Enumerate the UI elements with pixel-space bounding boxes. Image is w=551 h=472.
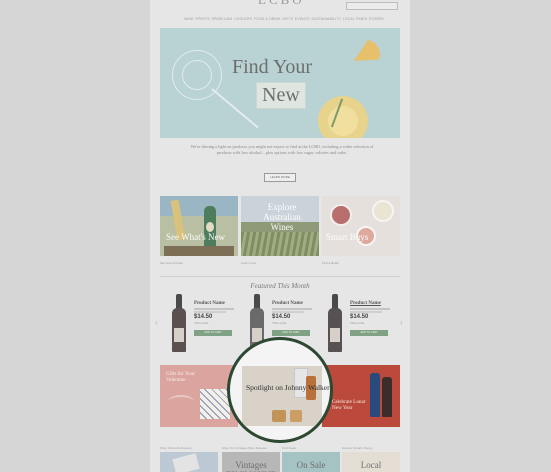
add-to-cart-button[interactable]: ADD TO CART: [272, 330, 310, 336]
promo-lunar-new-year[interactable]: Celebrate Lunar New Year: [322, 365, 400, 427]
hero-title: Find Your: [232, 56, 313, 78]
product-name[interactable]: Product Name: [350, 301, 381, 306]
product-desc-line: [272, 311, 304, 313]
product-name[interactable]: Product Name: [194, 301, 225, 306]
intro-text: We're shining a light on products you mi…: [190, 144, 374, 156]
nav-item-sustainability[interactable]: SUSTAINABILITY: [311, 17, 341, 21]
main-nav: WINE SPIRITS SPARKLING COOLERS FOOD & DR…: [184, 17, 384, 21]
product-card[interactable]: Product Name $14.50 750mL bottle ADD TO …: [324, 292, 394, 356]
product-meta: 750mL bottle: [194, 322, 209, 325]
carousel-prev-icon[interactable]: ‹: [155, 318, 158, 327]
nav-item-wine[interactable]: WINE: [184, 17, 194, 21]
product-meta: 750mL bottle: [350, 322, 365, 325]
vineyard-rows-image: [241, 232, 319, 256]
hero-banner[interactable]: Find Your New: [160, 28, 400, 138]
learn-more-button[interactable]: LEARN MORE: [264, 173, 296, 182]
orange-slice-illustration: [347, 35, 385, 73]
nav-item-spirits[interactable]: SPIRITS: [195, 17, 210, 21]
nav-item-stores[interactable]: STORES: [369, 17, 384, 21]
bottle-image: [382, 377, 392, 417]
nav-item-coolers[interactable]: COOLERS: [234, 17, 252, 21]
tile-label: Explore Australian Wines: [263, 202, 301, 232]
table-surface: [164, 246, 234, 256]
ribbon-image: [168, 395, 194, 409]
tile-link-smart-buys[interactable]: Find a Bottle: [322, 261, 339, 265]
whisky-glass-image: [272, 410, 286, 422]
site-logo[interactable]: LCBO: [258, 0, 305, 8]
bottom-tile-online-exclusives[interactable]: [160, 452, 218, 472]
section-divider: [160, 276, 400, 277]
laptop-image: [172, 453, 200, 472]
product-name[interactable]: Product Name: [272, 301, 303, 306]
tile-link-australian[interactable]: Learn more: [241, 261, 256, 265]
promo-label: Celebrate Lunar New Year: [332, 399, 366, 411]
glass-stem-illustration: [211, 88, 259, 129]
whisky-glass-image: [290, 410, 302, 422]
product-price: $14.50: [272, 314, 291, 320]
product-meta: 750mL bottle: [272, 322, 287, 325]
tile-smart-buys[interactable]: Smart Buys: [322, 196, 400, 256]
product-price: $14.50: [350, 314, 369, 320]
spotlight-magnifier[interactable]: Spotlight on Johnny Walker: [228, 338, 332, 442]
product-price: $14.50: [194, 314, 213, 320]
bottom-label[interactable]: Find Deals: [282, 446, 296, 450]
add-to-cart-button[interactable]: ADD TO CART: [194, 330, 232, 336]
product-desc-line: [194, 308, 234, 310]
promo-label: Gifts for Your Valentine: [166, 371, 195, 383]
glass-rim-inner-illustration: [182, 60, 212, 90]
nav-item-food-drink[interactable]: FOOD & DRINK: [254, 17, 281, 21]
white-wine-glass-image: [372, 200, 394, 222]
bottom-tile-local[interactable]: Local: [342, 452, 400, 472]
tile-link-new-arrivals[interactable]: See New Arrivals: [160, 261, 183, 265]
bottom-tile-label: Local: [360, 460, 382, 470]
product-card[interactable]: Product Name $14.50 750mL bottle ADD TO …: [168, 292, 238, 356]
tile-label: See What's New: [166, 232, 225, 242]
bottle-label-image: [206, 222, 214, 232]
bottom-tile-label: Vintages EXCLUSIVE: [226, 460, 276, 472]
tile-see-whats-new[interactable]: See What's New: [160, 196, 238, 256]
search-input[interactable]: [346, 2, 398, 10]
product-desc-line: [350, 311, 382, 313]
nav-item-local-finds[interactable]: LOCAL FINDS: [343, 17, 367, 21]
carousel-next-icon[interactable]: ›: [400, 318, 403, 327]
bottom-label[interactable]: Shop Our Vintages Wine Release: [222, 446, 267, 450]
screen-backdrop: LCBO WINE SPIRITS SPARKLING COOLERS FOOD…: [0, 0, 551, 472]
featured-section-title: Featured This Month: [250, 282, 310, 290]
bottom-tile-label: On Sale: [296, 460, 326, 470]
tile-australian-wines[interactable]: Explore Australian Wines: [241, 196, 319, 256]
bottom-label[interactable]: Explore Ontario Stores: [342, 446, 372, 450]
promo-label: Spotlight on Johnny Walker: [246, 383, 330, 392]
bottom-label[interactable]: Shop Online Exclusives: [160, 446, 192, 450]
add-to-cart-button[interactable]: ADD TO CART: [350, 330, 388, 336]
bottom-tile-on-sale[interactable]: On Sale: [282, 452, 340, 472]
tic-tac-toe-image: [200, 389, 230, 419]
bottom-tile-vintages[interactable]: Vintages EXCLUSIVE: [222, 452, 280, 472]
red-wine-glass-image: [330, 204, 352, 226]
tile-label: Smart Buys: [326, 232, 369, 242]
nav-item-sparkling[interactable]: SPARKLING: [212, 17, 233, 21]
product-desc-line: [350, 308, 390, 310]
hero-title-highlight: New: [256, 82, 306, 109]
promo-valentine[interactable]: Gifts for Your Valentine: [160, 365, 238, 427]
product-desc-line: [272, 308, 312, 310]
product-desc-line: [194, 311, 226, 313]
nav-item-events[interactable]: EVENTS: [295, 17, 310, 21]
nav-item-gifts[interactable]: GIFTS: [282, 17, 293, 21]
